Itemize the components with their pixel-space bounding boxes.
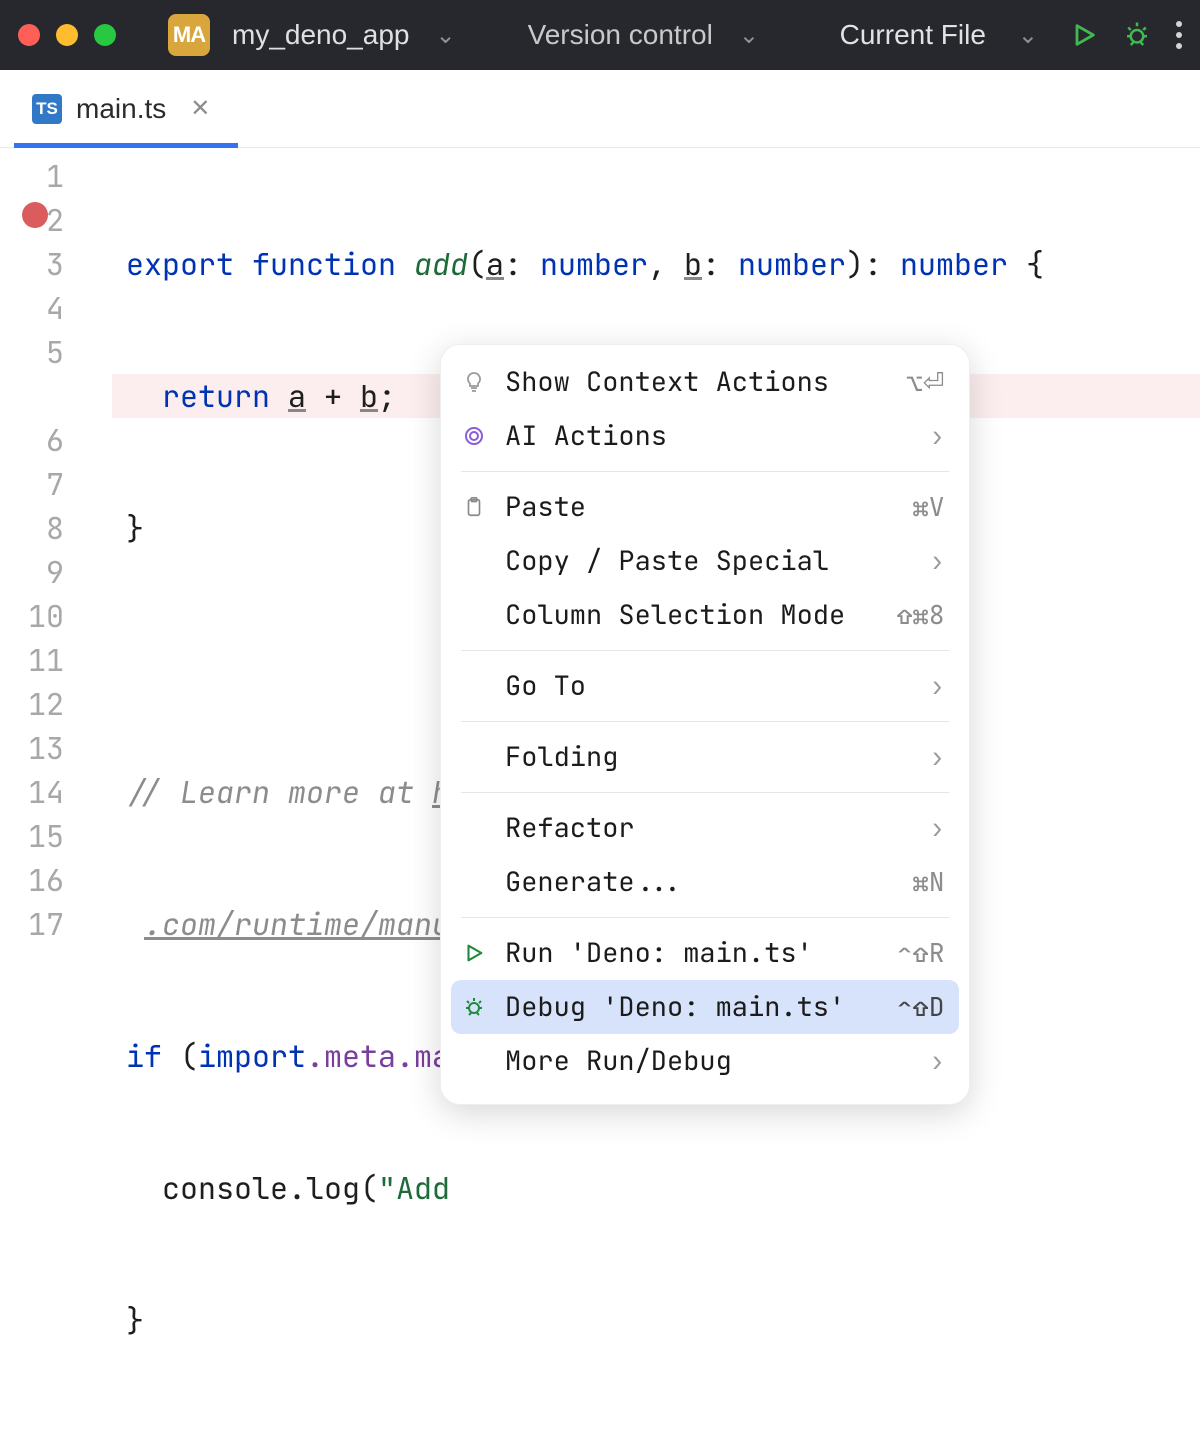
project-name[interactable]: my_deno_app [232,19,409,51]
titlebar: MA my_deno_app ⌄ Version control ⌄ Curre… [0,0,1200,70]
line-number[interactable]: 15 [0,814,112,858]
menu-item-label: Refactor [505,806,913,850]
menu-item-refactor[interactable]: Refactor › [441,801,969,855]
submenu-chevron-icon: › [929,539,945,583]
project-switcher-chevron-icon[interactable]: ⌄ [427,21,463,50]
menu-item-paste[interactable]: Paste ⌘V [441,480,969,534]
menu-item-copy-paste-special[interactable]: Copy / Paste Special › [441,534,969,588]
zoom-window-button[interactable] [94,24,116,46]
line-number[interactable]: 13 [0,726,112,770]
line-number[interactable] [0,374,112,418]
menu-item-label: Run 'Deno: main.ts' [505,931,881,975]
menu-item-label: Paste [505,485,897,529]
version-control-dropdown[interactable]: Version control [528,19,713,51]
menu-item-generate[interactable]: Generate... ⌘N [441,855,969,909]
code-line[interactable]: console.log("Add [112,1166,1200,1210]
submenu-chevron-icon: › [929,806,945,850]
line-number[interactable]: 9 [0,550,112,594]
minimize-window-button[interactable] [56,24,78,46]
line-number[interactable]: 12 [0,682,112,726]
submenu-chevron-icon: › [929,1039,945,1083]
menu-item-go-to[interactable]: Go To › [441,659,969,713]
line-number[interactable]: 16 [0,858,112,902]
more-actions-icon[interactable] [1176,21,1182,49]
submenu-chevron-icon: › [929,664,945,708]
menu-item-shortcut: ⌃⇧D [897,985,945,1029]
line-number[interactable]: 7 [0,462,112,506]
play-icon [459,942,489,964]
line-number[interactable]: 5 [0,330,112,374]
line-number[interactable]: 2 [0,198,112,242]
menu-item-label: Generate... [505,860,897,904]
run-config-dropdown[interactable]: Current File [840,19,986,51]
menu-item-label: Column Selection Mode [505,593,881,637]
spiral-icon [459,424,489,448]
line-number[interactable]: 14 [0,770,112,814]
close-window-button[interactable] [18,24,40,46]
run-icon[interactable] [1070,21,1098,49]
clip-icon [459,495,489,519]
editor-tab-main-ts[interactable]: TS main.ts ✕ [14,70,228,147]
run-config-chevron-icon[interactable]: ⌄ [1010,21,1046,50]
menu-item-debug-deno-main-ts[interactable]: Debug 'Deno: main.ts' ⌃⇧D [451,980,959,1034]
editor-tabstrip: TS main.ts ✕ [0,70,1200,148]
window-traffic-lights [18,24,116,46]
menu-item-label: Copy / Paste Special [505,539,913,583]
vcs-chevron-icon[interactable]: ⌄ [731,21,767,50]
menu-item-shortcut: ⌘V [913,485,945,529]
submenu-chevron-icon: › [929,414,945,458]
menu-item-shortcut: ⌃⇧R [897,931,945,975]
breakpoint-marker[interactable] [22,202,48,228]
code-line[interactable]: } [112,1298,1200,1342]
menu-item-shortcut: ⇧⌘8 [897,593,945,637]
menu-item-show-context-actions[interactable]: Show Context Actions ⌥⏎ [441,355,969,409]
bulb-icon [459,370,489,394]
menu-item-label: Go To [505,664,913,708]
menu-item-ai-actions[interactable]: AI Actions › [441,409,969,463]
menu-item-run-deno-main-ts[interactable]: Run 'Deno: main.ts' ⌃⇧R [441,926,969,980]
line-number[interactable]: 17 [0,902,112,946]
submenu-chevron-icon: › [929,735,945,779]
tab-file-name: main.ts [76,93,166,125]
code-line[interactable]: export function add(a: number, b: number… [112,242,1200,286]
menu-item-folding[interactable]: Folding › [441,730,969,784]
menu-item-label: Debug 'Deno: main.ts' [505,985,881,1029]
line-number[interactable]: 3 [0,242,112,286]
line-number[interactable]: 11 [0,638,112,682]
line-number[interactable]: 1 [0,154,112,198]
debug-icon[interactable] [1122,20,1152,50]
line-number[interactable]: 10 [0,594,112,638]
editor-context-menu: Show Context Actions ⌥⏎ AI Actions › Paste ⌘V… [440,344,970,1105]
menu-item-label: Folding [505,735,913,779]
typescript-file-icon: TS [32,94,62,124]
line-number[interactable]: 4 [0,286,112,330]
menu-item-shortcut: ⌘N [913,860,945,904]
menu-item-more-run-debug[interactable]: More Run/Debug › [441,1034,969,1088]
menu-item-column-selection-mode[interactable]: Column Selection Mode ⇧⌘8 [441,588,969,642]
line-number[interactable]: 6 [0,418,112,462]
line-number[interactable]: 8 [0,506,112,550]
editor-gutter[interactable]: 1 2 3 4 5 6 7 8 9 10 11 12 13 14 15 16 1… [0,148,112,940]
menu-item-label: Show Context Actions [505,360,891,404]
project-badge[interactable]: MA [168,14,210,56]
menu-item-shortcut: ⌥⏎ [907,360,945,404]
close-tab-icon[interactable]: ✕ [190,94,210,123]
menu-item-label: More Run/Debug [505,1039,913,1083]
bug-icon [459,995,489,1019]
menu-item-label: AI Actions [505,414,913,458]
code-editor: 1 2 3 4 5 6 7 8 9 10 11 12 13 14 15 16 1… [0,148,1200,940]
